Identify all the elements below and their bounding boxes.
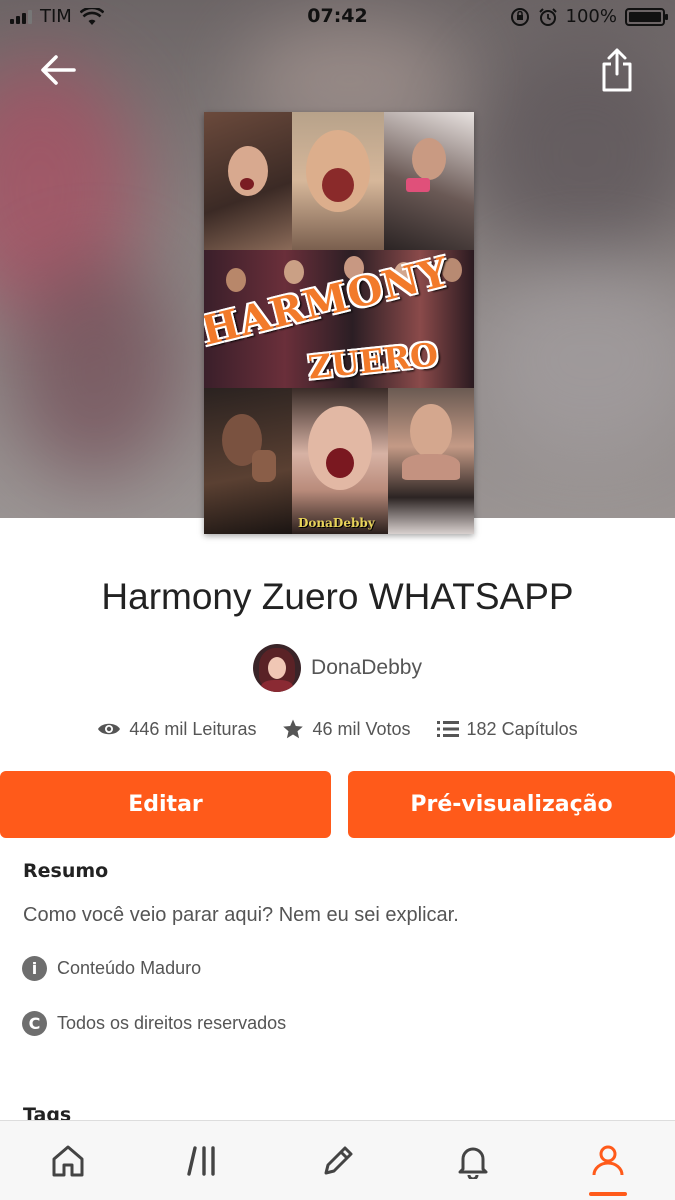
background-blur [470,40,675,270]
write-icon [324,1146,352,1174]
cover-photo [204,388,292,534]
background-blur [10,260,180,480]
preview-button[interactable]: Pré-visualização [348,771,675,838]
avatar[interactable] [253,644,302,692]
rotation-lock-icon [510,7,529,26]
copyright-row: C Todos os direitos reservados [22,1011,286,1036]
edit-button[interactable]: Editar [0,771,331,838]
background-blur [470,260,675,460]
author-link[interactable]: DonaDebby [0,644,675,692]
mature-content-row: i Conteúdo Maduro [22,956,201,981]
summary-heading: Resumo [23,860,109,882]
share-icon [602,48,632,92]
home-icon [52,1145,83,1176]
cover-photo [292,112,384,250]
notifications-icon [458,1147,487,1179]
nav-notifications[interactable] [405,1121,540,1200]
battery-icon [625,7,668,26]
bottom-navigation [0,1120,675,1200]
story-cover[interactable]: HARMONY ZUERO DonaDebby [204,112,474,534]
story-stats: 446 mil Leituras 46 mil Votos 182 Capítu… [0,718,675,740]
back-arrow-icon [41,55,76,85]
info-icon: i [22,956,47,981]
status-bar: TIM 07:42 100% [0,0,675,34]
summary-text: Como você veio parar aqui? Nem eu sei ex… [23,904,459,926]
copyright-label: Todos os direitos reservados [57,1013,287,1033]
copyright-icon: C [22,1011,47,1036]
reads-stat: 446 mil Leituras [97,718,256,740]
mature-content-label: Conteúdo Maduro [57,958,202,978]
cover-signature: DonaDebby [298,516,375,530]
author-name[interactable]: DonaDebby [311,656,422,680]
alarm-icon [538,7,557,26]
nav-write[interactable] [270,1121,405,1200]
share-button[interactable] [599,46,635,94]
reads-count: 446 mil Leituras [129,718,257,739]
votes-stat: 46 mil Votos [282,718,411,740]
battery-percent: 100% [565,6,617,27]
tags-heading: Tags [23,1104,72,1120]
nav-profile[interactable] [540,1121,675,1200]
nav-home[interactable] [0,1121,135,1200]
votes-count: 46 mil Votos [312,718,411,739]
cover-photo [388,388,474,534]
star-icon [283,719,304,739]
chapters-stat: 182 Capítulos [436,718,578,740]
list-icon [436,721,459,737]
profile-icon [592,1145,623,1175]
nav-library[interactable] [135,1121,270,1200]
eye-icon [98,723,121,735]
cover-photo [292,388,388,534]
status-right: 100% [510,6,668,27]
cover-photo [204,112,292,250]
chapters-count: 182 Capítulos [466,718,578,739]
library-icon [186,1145,215,1176]
story-title: Harmony Zuero WHATSAPP [101,576,574,617]
back-button[interactable] [36,48,80,92]
cover-photo [384,112,474,250]
